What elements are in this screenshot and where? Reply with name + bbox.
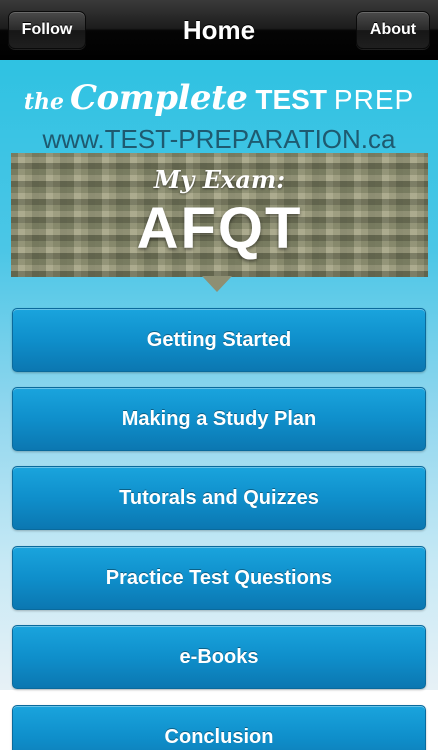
navigation-bar: Follow Home About [0, 0, 438, 60]
logo-prep-text: PREP [333, 84, 415, 115]
practice-questions-button[interactable]: Practice Test Questions [12, 546, 426, 610]
tutorials-quizzes-button[interactable]: Tutorals and Quizzes [12, 466, 426, 530]
logo-the-text: the [23, 89, 64, 115]
exam-name: AFQT [136, 196, 303, 261]
getting-started-button[interactable]: Getting Started [12, 308, 426, 372]
website-url: www.TEST-PREPARATION.ca [42, 124, 396, 154]
brand-logo: the Complete TEST PREP [0, 78, 438, 124]
about-button[interactable]: About [356, 11, 430, 49]
study-plan-button[interactable]: Making a Study Plan [12, 387, 426, 451]
logo-test-text: TEST [255, 84, 327, 115]
ebooks-button[interactable]: e-Books [12, 625, 426, 689]
conclusion-button[interactable]: Conclusion [12, 705, 426, 750]
exam-banner: My Exam: AFQT [11, 153, 428, 277]
banner-pointer [202, 276, 232, 292]
logo-complete-text: Complete [69, 78, 248, 118]
banner-subtitle: My Exam: [153, 165, 286, 194]
